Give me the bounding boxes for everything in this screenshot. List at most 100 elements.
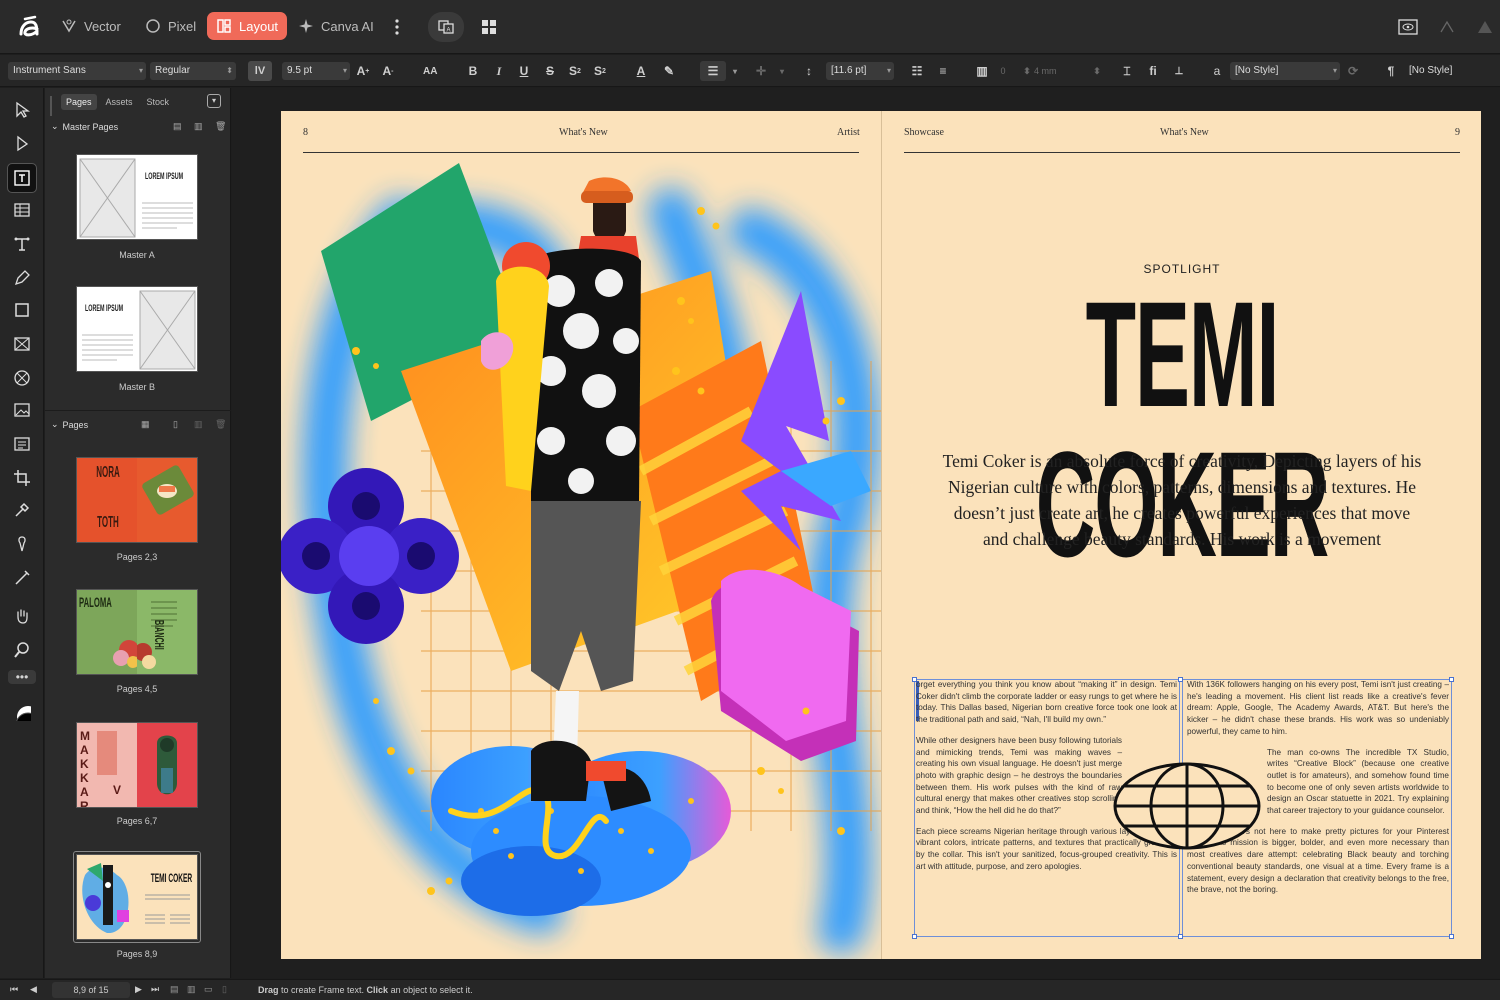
snapping-icon[interactable] xyxy=(1432,12,1462,42)
baseline-grid-icon[interactable]: ⊥ xyxy=(1172,61,1186,81)
layout-mode-button[interactable]: Layout xyxy=(207,12,288,40)
frame-handle[interactable] xyxy=(912,934,917,939)
frame-handle[interactable] xyxy=(1449,934,1454,939)
delete-page-icon[interactable]: 🗑 xyxy=(215,419,226,430)
page-spread[interactable]: 8 What's New Artist Showcase What's New … xyxy=(281,111,1481,959)
font-family-select[interactable]: Instrument Sans ▾ xyxy=(8,62,146,80)
duplicate-master-icon[interactable]: ▥ xyxy=(194,121,203,132)
increase-font-icon[interactable]: A + xyxy=(356,61,370,81)
place-image-tool-icon[interactable] xyxy=(8,396,36,424)
bold-icon[interactable]: B xyxy=(466,61,480,81)
frame-handle[interactable] xyxy=(1178,934,1183,939)
add-page-icon[interactable]: ▯ xyxy=(173,419,178,430)
chevron-down-icon[interactable]: ▾ xyxy=(775,61,789,81)
rectangle-tool-icon[interactable] xyxy=(8,296,36,324)
ellipse-frame-tool-icon[interactable] xyxy=(8,364,36,392)
preview-icon[interactable] xyxy=(1393,12,1423,42)
all-caps-button[interactable]: AA xyxy=(423,61,437,81)
fill-tool-icon[interactable] xyxy=(8,530,36,558)
page-8[interactable]: 8 What's New Artist xyxy=(281,111,881,959)
pages-8-9-thumbnail[interactable]: TEMI COKER xyxy=(76,854,198,940)
canva-ai-button[interactable]: Canva AI xyxy=(289,12,383,40)
tab-pages[interactable]: Pages xyxy=(61,94,97,110)
chevron-down-icon[interactable]: ▾ xyxy=(728,61,742,81)
frame-text-tool-icon[interactable] xyxy=(7,163,37,193)
duplicate-page-icon[interactable]: ▥ xyxy=(194,419,203,430)
stepper-icon[interactable]: ⬍ xyxy=(1020,61,1034,81)
bullets-icon[interactable]: ☷ xyxy=(910,61,924,81)
affinity-logo-icon[interactable] xyxy=(14,10,44,42)
spread-view-icon[interactable]: ▥ xyxy=(187,984,196,995)
warning-icon[interactable] xyxy=(1470,12,1500,42)
panel-menu-icon[interactable]: ▾ xyxy=(207,94,221,108)
artwork-collage[interactable] xyxy=(281,111,881,959)
ligature-icon[interactable]: fi xyxy=(1146,61,1160,81)
page-9[interactable]: Showcase What's New 9 SPOTLIGHT TEMI COK… xyxy=(881,111,1481,959)
color-swatch-icon[interactable] xyxy=(8,692,36,732)
hand-tool-icon[interactable] xyxy=(8,602,36,630)
font-size-field[interactable]: 9.5 pt ▾ xyxy=(282,62,350,80)
pages-6-7-thumbnail[interactable]: M A K K A R V xyxy=(76,722,198,808)
first-page-icon[interactable]: ⏮ xyxy=(10,984,18,995)
zoom-tool-icon[interactable] xyxy=(8,636,36,664)
tab-stock[interactable]: Stock xyxy=(142,94,175,110)
node-tool-icon[interactable] xyxy=(8,130,36,158)
columns-icon[interactable]: ▥ xyxy=(975,61,989,81)
more-tools-icon[interactable]: ••• xyxy=(8,670,36,684)
strikethrough-icon[interactable]: S xyxy=(543,61,557,81)
paragraph-style-select[interactable]: [No Style] xyxy=(1404,62,1496,80)
next-page-icon[interactable]: ▶ xyxy=(135,984,142,995)
subscript-icon[interactable]: S2 xyxy=(593,61,607,81)
insert-pages-icon[interactable]: ▦ xyxy=(141,419,150,430)
table-tool-icon[interactable] xyxy=(8,196,36,224)
transparency-tool-icon[interactable] xyxy=(8,564,36,592)
more-options-icon[interactable] xyxy=(382,12,412,42)
add-master-icon[interactable]: ▤ xyxy=(173,121,182,132)
color-picker-icon[interactable] xyxy=(8,496,36,524)
view-mode-icon[interactable]: ▤ xyxy=(170,984,179,995)
superscript-icon[interactable]: S2 xyxy=(568,61,582,81)
baseline-icon[interactable]: ✛ xyxy=(754,61,768,81)
numbering-icon[interactable]: ≡ xyxy=(936,61,950,81)
pages-4-5-thumbnail[interactable]: PALOMA BIANCHI xyxy=(76,589,198,675)
decrease-font-icon[interactable]: A- xyxy=(381,61,395,81)
master-b-thumbnail[interactable]: LOREM IPSUM xyxy=(76,286,198,372)
text-wrap-tool-icon[interactable] xyxy=(8,430,36,458)
pen-tool-icon[interactable] xyxy=(8,264,36,292)
font-size-icon[interactable]: lV xyxy=(248,61,272,81)
character-style-icon[interactable]: a xyxy=(1210,61,1224,81)
stepper-icon[interactable]: ⬍ xyxy=(1090,61,1104,81)
refresh-icon[interactable]: ⟳ xyxy=(1346,61,1360,81)
underline-icon[interactable]: U xyxy=(517,61,531,81)
vector-mode-button[interactable]: Vector xyxy=(52,12,130,40)
columns-value[interactable]: 0 xyxy=(996,61,1010,81)
page-box-icon[interactable]: ▭ xyxy=(204,984,213,995)
artistic-text-tool-icon[interactable] xyxy=(8,230,36,258)
paragraph-style-icon[interactable]: ¶ xyxy=(1384,61,1398,81)
character-style-select[interactable]: [No Style] ▾ xyxy=(1230,62,1340,80)
gutter-value[interactable]: 4 mm xyxy=(1034,61,1057,81)
frame-handle[interactable] xyxy=(1178,677,1183,682)
master-pages-header[interactable]: ⌄ Master Pages ▤ ▥ 🗑 xyxy=(51,121,226,132)
text-color-icon[interactable]: A xyxy=(634,61,648,81)
italic-icon[interactable]: I xyxy=(492,61,506,81)
previous-page-icon[interactable]: ◀ xyxy=(30,984,37,995)
pixel-mode-button[interactable]: Pixel xyxy=(136,12,205,40)
delete-master-icon[interactable]: 🗑 xyxy=(215,121,226,132)
leading-field[interactable]: [11.6 pt] ▾ xyxy=(826,62,894,80)
font-style-select[interactable]: Regular ⬍ xyxy=(150,62,236,80)
vertical-align-icon[interactable]: ⌶ xyxy=(1120,61,1134,81)
text-frame-toggle-icon[interactable]: A xyxy=(428,12,464,42)
align-left-icon[interactable]: ☰ xyxy=(700,61,726,81)
pages-header[interactable]: ⌄ Pages ▦ ▯ ▥ 🗑 xyxy=(51,419,226,430)
frame-handle[interactable] xyxy=(1449,677,1454,682)
last-page-icon[interactable]: ⏭ xyxy=(151,984,159,995)
crop-tool-icon[interactable] xyxy=(8,464,36,492)
leading-icon[interactable]: ↕ xyxy=(802,61,816,81)
pages-2-3-thumbnail[interactable]: NORA TOTH xyxy=(76,457,198,543)
highlight-icon[interactable]: ✎ xyxy=(662,61,676,81)
delete-icon[interactable]: ▯ xyxy=(222,984,227,995)
tab-assets[interactable]: Assets xyxy=(101,94,138,110)
picture-frame-tool-icon[interactable] xyxy=(8,330,36,358)
grid-icon[interactable] xyxy=(474,12,504,42)
